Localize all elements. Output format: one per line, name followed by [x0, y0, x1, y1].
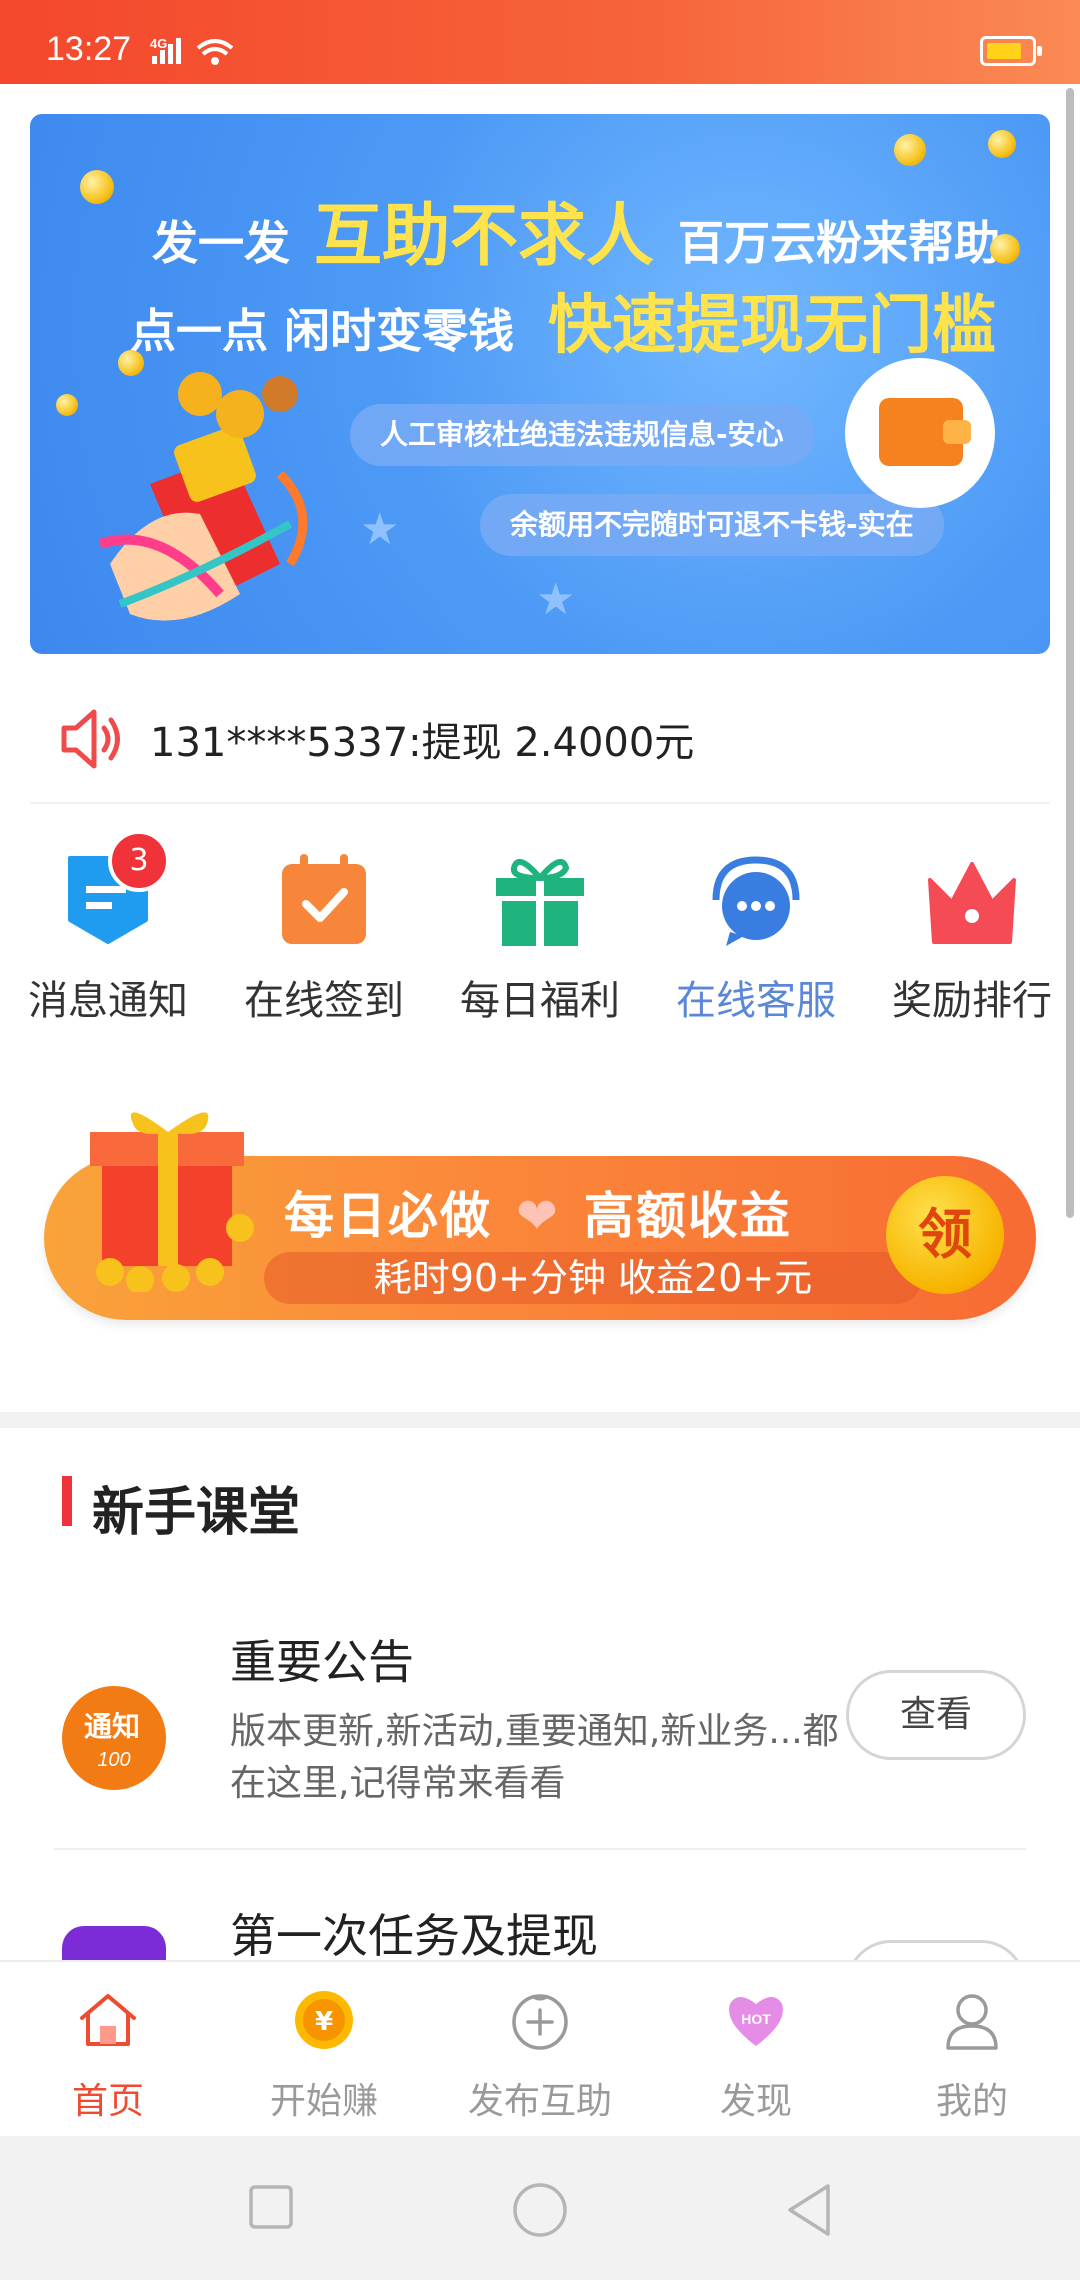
home-icon	[80, 1994, 136, 2046]
svg-text:通知: 通知	[84, 1710, 140, 1743]
promo-banner[interactable]: 发一发 互助不求人 百万云粉来帮助 点一点 闲时变零钱 快速提现无门槛 人工审核杜绝违…	[30, 114, 1050, 654]
svg-text:¥: ¥	[315, 2007, 333, 2037]
tab-discover[interactable]: HOT 发现	[648, 1962, 864, 2138]
tab-label: 开始赚	[269, 2081, 378, 2122]
ticker-text: 131****5337:提现 2.4000元	[150, 720, 695, 766]
banner-line1-highlight: 互助不求人	[314, 197, 655, 276]
section-title-text: 新手课堂	[92, 1483, 301, 1543]
publish-plus-icon	[512, 1994, 568, 2050]
quick-action-label: 奖励排行	[892, 978, 1052, 1024]
quick-actions: 3 消息通知 在线签到 每日福利 在线客服 奖励排行	[0, 830, 1080, 1030]
tab-label: 发布互助	[467, 2081, 612, 2122]
system-nav-bar	[0, 2136, 1080, 2280]
signal-icon: 4G	[150, 34, 260, 74]
calendar-check-icon	[282, 854, 366, 944]
coin-decoration	[990, 234, 1020, 264]
coin-decoration	[56, 394, 78, 416]
notice-logo-icon: 通知 100	[62, 1686, 166, 1790]
quick-action-messages[interactable]: 3 消息通知	[0, 830, 216, 1030]
svg-text:4G: 4G	[150, 36, 167, 51]
tab-home[interactable]: 首页	[0, 1962, 216, 2138]
claim-button[interactable]: 领	[886, 1176, 1004, 1294]
coin-decoration	[988, 130, 1016, 158]
star-decoration: ★	[536, 574, 576, 625]
coin-decoration	[894, 134, 926, 166]
quick-action-support[interactable]: 在线客服	[648, 830, 864, 1030]
message-badge: 3	[108, 830, 170, 892]
quick-action-label: 每日福利	[460, 978, 620, 1024]
scrollbar[interactable]	[1066, 88, 1074, 1218]
red-envelope-hand-illustration	[98, 372, 308, 621]
banner-line1-left: 发一发	[152, 216, 290, 270]
star-decoration: ★	[360, 504, 400, 555]
course-desc: 版本更新,新活动,重要通知,新业务...都在这里,记得常来看看	[230, 1711, 839, 1804]
recent-apps-icon[interactable]	[246, 2182, 296, 2232]
quick-action-ranking[interactable]: 奖励排行	[864, 830, 1080, 1030]
chat-support-icon	[712, 856, 800, 946]
view-button[interactable]: 查看	[846, 1670, 1026, 1760]
back-triangle-icon[interactable]	[784, 2182, 834, 2238]
tab-label: 发现	[719, 2081, 792, 2122]
bottom-tab-bar: 首页 ¥ 开始赚 发布互助 HOT 发现 我的	[0, 1960, 1080, 2136]
quick-action-label: 在线客服	[676, 978, 836, 1024]
section-divider	[0, 1412, 1080, 1428]
tab-label: 我的	[935, 2081, 1008, 2122]
quick-action-label: 消息通知	[28, 978, 188, 1024]
coin-decoration	[80, 170, 114, 204]
svg-text:HOT: HOT	[741, 2011, 771, 2027]
daily-title: 每日必做 ❤ 高额收益	[284, 1176, 792, 1248]
course-title: 第一次任务及提现	[230, 1909, 598, 1960]
daily-subtitle: 耗时90+分钟 收益20+元	[264, 1252, 922, 1304]
view-button[interactable]	[846, 1940, 1026, 1960]
svg-text:100: 100	[97, 1749, 130, 1771]
yuan-coin-icon: ¥	[295, 1991, 353, 2049]
banner-pill-review: 人工审核杜绝违法违规信息-安心	[350, 404, 814, 466]
gift-box-illustration	[90, 1112, 254, 1292]
gift-icon	[496, 858, 584, 946]
wallet-icon	[845, 358, 995, 508]
tab-publish[interactable]: 发布互助	[432, 1962, 648, 2138]
banner-line2-left: 点一点 闲时变零钱	[130, 304, 515, 358]
task-logo-icon	[62, 1926, 166, 1960]
quick-action-label: 在线签到	[244, 978, 404, 1024]
course-item[interactable]: 第一次任务及提现	[54, 1900, 1026, 1960]
banner-line2-highlight: 快速提现无门槛	[548, 289, 997, 363]
daily-title-right: 高额收益	[583, 1187, 792, 1245]
battery-icon	[980, 36, 1042, 66]
quick-action-welfare[interactable]: 每日福利	[432, 830, 648, 1030]
withdraw-ticker: 131****5337:提现 2.4000元	[30, 680, 1050, 804]
banner-line2: 点一点 闲时变零钱 快速提现无门槛	[130, 274, 996, 366]
hot-heart-icon: HOT	[729, 1997, 783, 2046]
user-icon	[946, 1994, 998, 2050]
banner-pill-refund: 余额用不完随时可退不卡钱-实在	[480, 494, 944, 556]
status-time: 13:27	[46, 30, 132, 68]
daily-title-left: 每日必做	[284, 1187, 492, 1245]
status-bar: 13:27 4G	[0, 0, 1080, 84]
tab-label: 首页	[71, 2081, 144, 2122]
banner-line1-right: 百万云粉来帮助	[678, 216, 1001, 270]
heart-icon: ❤	[516, 1187, 560, 1245]
home-circle-icon[interactable]	[512, 2182, 568, 2238]
speaker-icon	[61, 709, 120, 769]
quick-action-checkin[interactable]: 在线签到	[216, 830, 432, 1030]
course-item[interactable]: 通知 100 重要公告 版本更新,新活动,重要通知,新业务...都在这里,记得常…	[54, 1626, 1026, 1850]
course-title: 重要公告	[230, 1635, 414, 1689]
list-divider	[54, 1848, 1026, 1850]
section-title-mark	[62, 1476, 72, 1526]
tab-mine[interactable]: 我的	[864, 1962, 1080, 2138]
tab-earn[interactable]: ¥ 开始赚	[216, 1962, 432, 2138]
daily-task-banner[interactable]: 每日必做 ❤ 高额收益 耗时90+分钟 收益20+元 领	[44, 1096, 1036, 1322]
banner-line1: 发一发 互助不求人 百万云粉来帮助	[152, 180, 1000, 279]
crown-icon	[928, 862, 1016, 944]
